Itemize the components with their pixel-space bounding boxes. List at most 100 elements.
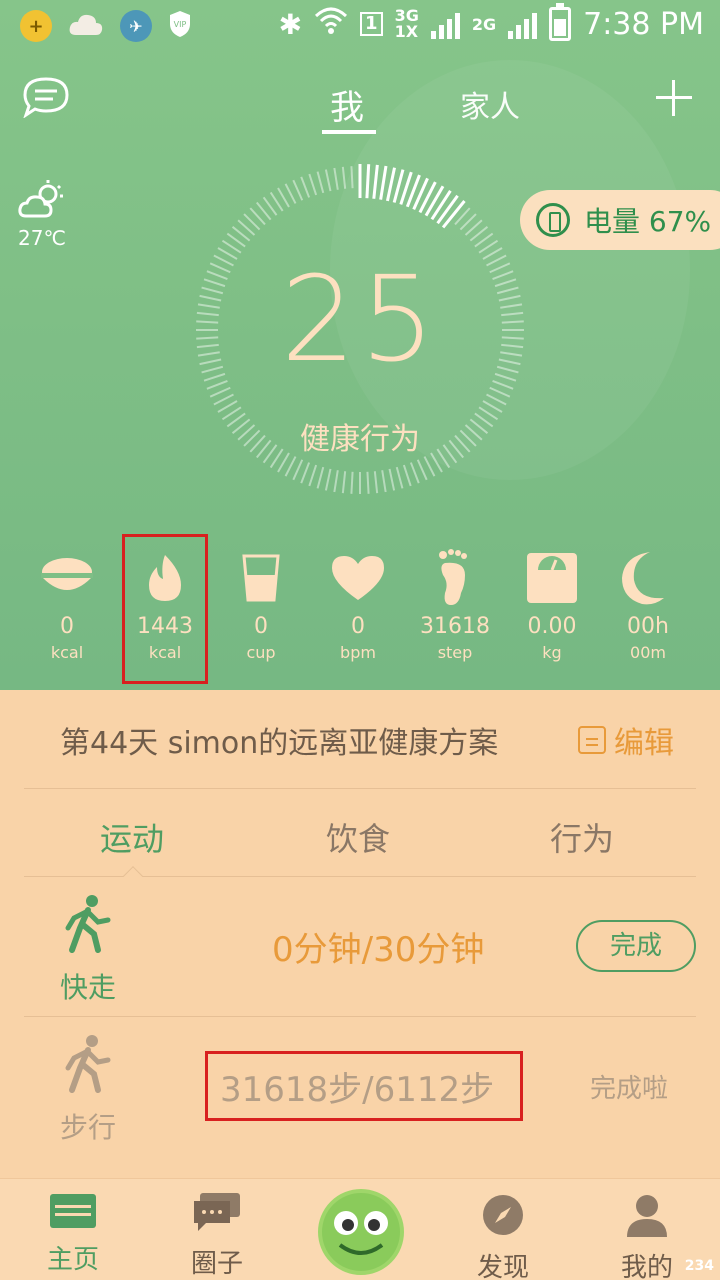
dial-tick xyxy=(300,462,311,484)
dial-tick xyxy=(381,470,387,493)
plus-icon[interactable] xyxy=(656,80,692,116)
dial-tick xyxy=(284,456,297,477)
stat-steps-value: 31618 xyxy=(420,614,490,639)
edit-button[interactable]: 编辑 xyxy=(578,718,674,762)
home-card-icon xyxy=(50,1194,96,1228)
watermark: 234 xyxy=(684,1258,714,1274)
bottom-tab-home[interactable]: 主页 xyxy=(18,1193,128,1276)
wristband-icon xyxy=(536,203,570,237)
stat-food-unit: kcal xyxy=(50,643,84,662)
dial-tick xyxy=(486,393,507,406)
signal-icon xyxy=(430,9,460,39)
highlight-steps-box xyxy=(205,1051,523,1121)
weather-temp: 27℃ xyxy=(18,226,66,250)
stat-water-unit: cup xyxy=(246,643,276,662)
bottom-tab-circle-label: 圈子 xyxy=(190,1249,243,1279)
tab-behavior[interactable]: 行为 xyxy=(550,814,614,860)
tab-sport[interactable]: 运动 xyxy=(100,814,164,860)
status-time: 7:38 PM xyxy=(583,6,704,42)
coin-icon: + xyxy=(20,10,52,42)
dial-tick xyxy=(385,167,396,202)
user-icon xyxy=(627,1195,667,1237)
tab-family[interactable]: 家人 xyxy=(460,82,520,126)
row-label-walk: 步行 xyxy=(59,1111,116,1144)
complete-button[interactable]: 完成 xyxy=(576,920,696,972)
dial-tick xyxy=(373,471,379,494)
health-score[interactable]: 25 xyxy=(190,250,530,388)
dial-tick xyxy=(430,189,452,221)
stat-sleep[interactable]: 00h 00m xyxy=(603,548,693,662)
dial-tick xyxy=(341,166,347,189)
dial-tick xyxy=(441,200,466,229)
list-item-brisk-walk[interactable]: 快走 0分钟/30分钟 完成 xyxy=(24,878,696,1018)
dial-tick xyxy=(365,164,371,199)
dial-tick xyxy=(308,464,318,487)
plan-tabs: 运动 饮食 行为 xyxy=(24,790,696,876)
shield-icon: VIP xyxy=(168,10,192,42)
dial-tick xyxy=(213,393,234,406)
top-nav: 我 家人 xyxy=(0,70,720,140)
tab-me[interactable]: 我 xyxy=(330,80,364,129)
dial-tick xyxy=(395,466,404,489)
stat-weight-value: 0.00 xyxy=(527,614,577,639)
stat-steps[interactable]: 31618 step xyxy=(410,548,500,662)
stat-heart[interactable]: 0 bpm xyxy=(313,548,403,662)
tab-diet[interactable]: 饮食 xyxy=(326,814,390,860)
stat-food[interactable]: 0 kcal xyxy=(22,548,112,662)
dial-tick xyxy=(350,471,354,494)
stat-food-value: 0 xyxy=(60,614,74,639)
sim1-indicator: 1 xyxy=(360,12,383,36)
walking-person-icon xyxy=(58,894,118,954)
bird-icon: ✈ xyxy=(120,10,152,42)
bottom-tab-bar: 主页 圈子 发现 我的 234 xyxy=(0,1178,720,1280)
moon-icon xyxy=(603,548,693,608)
bottom-tab-home-label: 主页 xyxy=(46,1245,99,1275)
chat-bubble-icon[interactable] xyxy=(22,76,70,122)
dial-tick xyxy=(300,176,311,198)
battery-icon xyxy=(549,3,572,41)
weather-widget[interactable]: 27℃ xyxy=(16,180,68,250)
dial-tick xyxy=(436,194,459,225)
dial-tick xyxy=(424,185,445,217)
bottom-tab-discover[interactable]: 发现 xyxy=(448,1193,558,1280)
dial-tick xyxy=(341,471,347,494)
stat-sleep-value: 00h xyxy=(627,614,669,639)
svg-text:VIP: VIP xyxy=(174,20,187,29)
divider-rows xyxy=(24,1016,696,1017)
network-2g: 2G xyxy=(471,14,497,34)
battery-level: 电量 67% xyxy=(584,205,712,238)
dial-tick xyxy=(482,400,503,413)
footprint-icon xyxy=(410,548,500,608)
partly-cloudy-icon xyxy=(16,180,68,224)
wifi-icon xyxy=(314,6,348,42)
edit-label: 编辑 xyxy=(614,726,674,761)
health-score-label: 健康行为 xyxy=(300,422,420,457)
dial-tick xyxy=(292,179,304,201)
frog-face-icon xyxy=(334,1211,388,1255)
stat-steps-unit: step xyxy=(437,643,473,662)
frog-mascot-button[interactable] xyxy=(318,1189,404,1275)
bowl-icon xyxy=(22,548,112,608)
dial-tick xyxy=(423,456,436,477)
dial-tick xyxy=(308,173,318,196)
dial-tick xyxy=(489,386,511,398)
dial-tick xyxy=(372,164,379,199)
dial-tick xyxy=(217,400,238,413)
row-label-brisk-walk: 快走 xyxy=(59,971,116,1004)
signal-icon-2 xyxy=(508,9,538,39)
dial-tick xyxy=(379,165,388,200)
dial-tick xyxy=(388,468,396,491)
dial-tick xyxy=(350,166,354,189)
stat-weight[interactable]: 0.00 kg xyxy=(507,548,597,662)
dial-tick xyxy=(402,464,412,487)
stat-water[interactable]: 0 cup xyxy=(216,548,306,662)
bottom-tab-circle[interactable]: 圈子 xyxy=(162,1193,272,1280)
dial-tick xyxy=(316,171,325,194)
compass-icon xyxy=(483,1195,523,1235)
stat-water-value: 0 xyxy=(254,614,268,639)
battery-pill[interactable]: 电量 67% xyxy=(520,190,720,250)
highlight-burn-box xyxy=(122,534,208,684)
dial-tick xyxy=(284,183,297,204)
network-type: 3G 1X xyxy=(395,8,419,40)
stats-row: 0 kcal 1443 kcal 0 cup 0 bpm 31618 step … xyxy=(0,548,720,678)
